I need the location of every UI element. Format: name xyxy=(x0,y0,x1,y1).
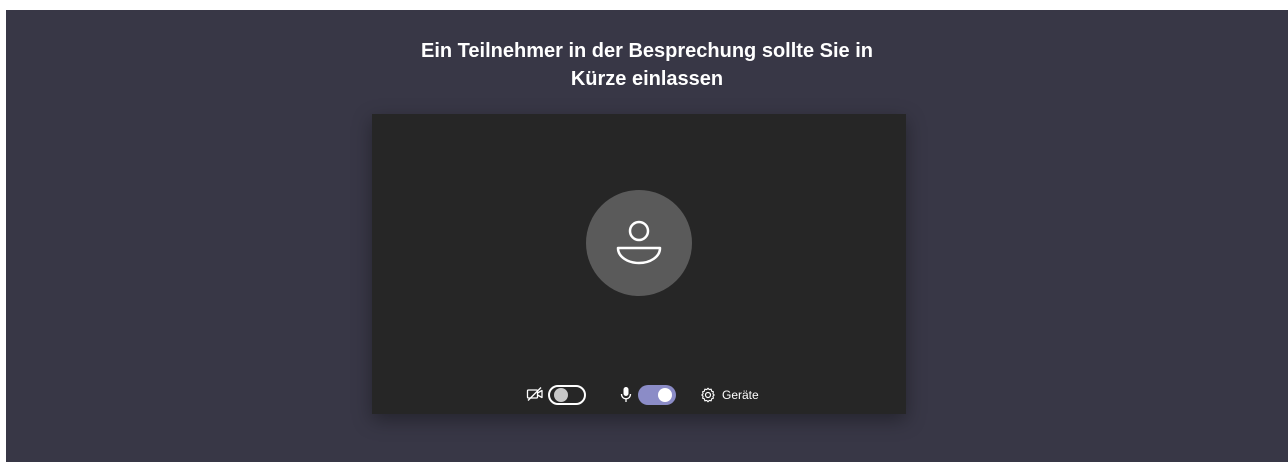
camera-off-icon xyxy=(526,386,544,407)
devices-button[interactable]: Geräte xyxy=(700,385,770,405)
title-line-2: Kürze einlassen xyxy=(570,68,724,90)
title-line-1: Ein Teilnehmer in der Besprechung sollte… xyxy=(421,40,873,62)
microphone-toggle[interactable] xyxy=(638,385,676,405)
camera-toggle-knob xyxy=(554,388,568,402)
camera-toggle[interactable] xyxy=(548,385,586,405)
person-icon xyxy=(616,220,662,265)
preview-controls: Geräte xyxy=(372,382,906,408)
devices-label: Geräte xyxy=(722,388,759,402)
microphone-icon xyxy=(620,386,632,409)
avatar xyxy=(586,190,692,296)
gear-icon xyxy=(700,387,716,408)
microphone-toggle-knob xyxy=(658,388,672,402)
video-preview: Geräte xyxy=(372,114,906,414)
prejoin-screen: Ein Teilnehmer in der Besprechung sollte… xyxy=(6,10,1288,462)
page-title: Ein Teilnehmer in der Besprechung sollte… xyxy=(6,37,1288,93)
